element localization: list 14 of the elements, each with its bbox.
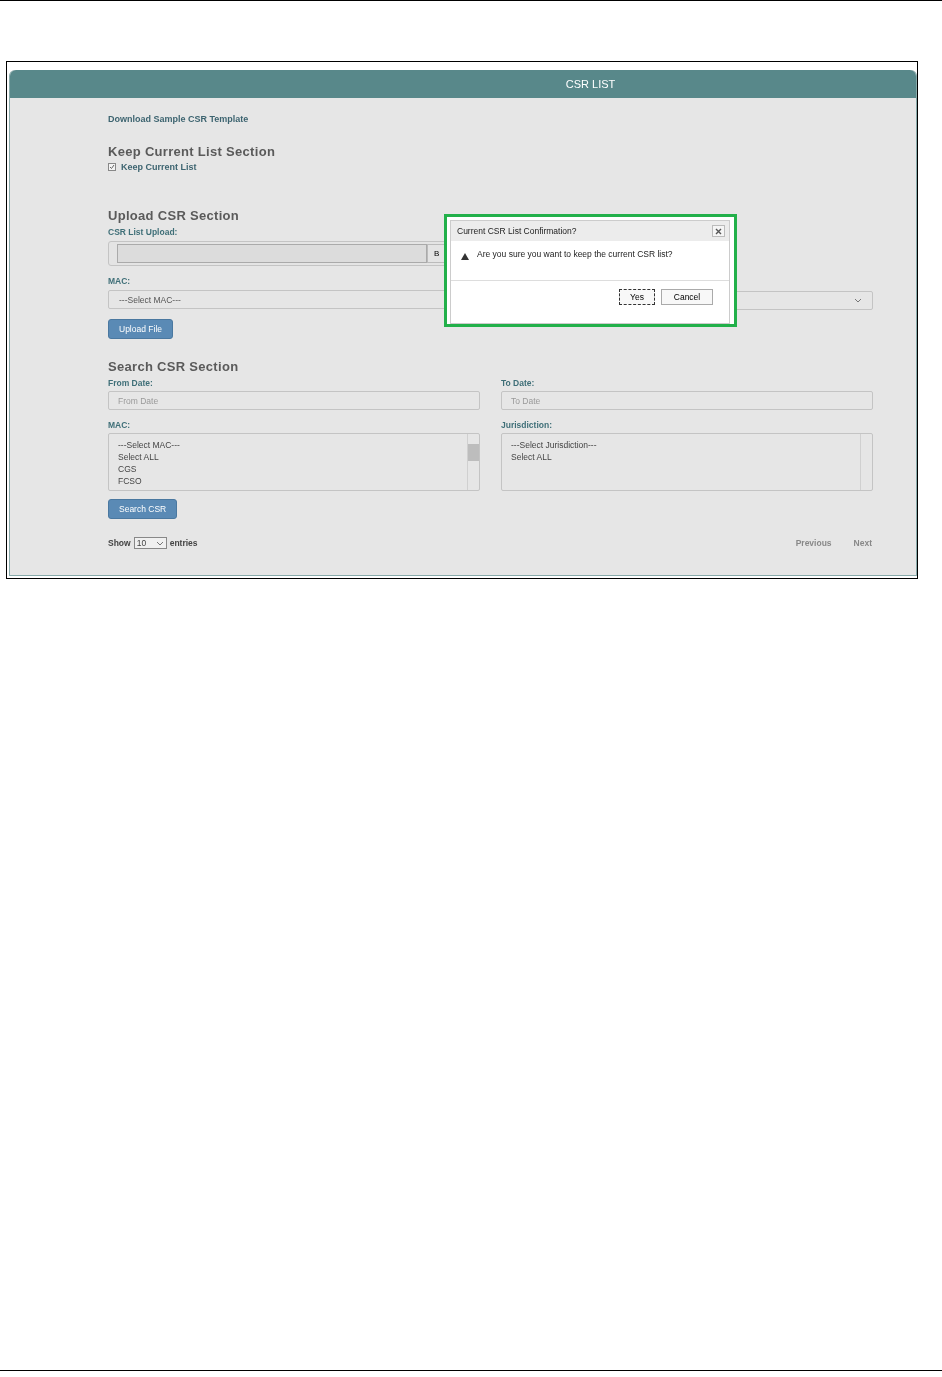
field-label: MAC: — [108, 276, 131, 286]
field-label: CSR List Upload: — [108, 227, 178, 237]
field-label: To Date: — [501, 378, 535, 388]
dialog-title: Current CSR List Confirmation? — [457, 226, 577, 236]
field-label: Jurisdiction: — [501, 420, 552, 430]
section-heading: Keep Current List Section — [108, 144, 276, 159]
section-heading: Search CSR Section — [108, 359, 239, 374]
show-label: Show — [108, 538, 131, 548]
field-label: From Date: — [108, 378, 153, 388]
section-heading: Upload CSR Section — [108, 208, 240, 223]
dialog-message: Are you sure you want to keep the current CSR list? — [477, 249, 673, 259]
field-label: MAC: — [108, 420, 131, 430]
entries-label: entries — [169, 538, 198, 548]
panel-title: CSR LIST — [10, 70, 916, 98]
